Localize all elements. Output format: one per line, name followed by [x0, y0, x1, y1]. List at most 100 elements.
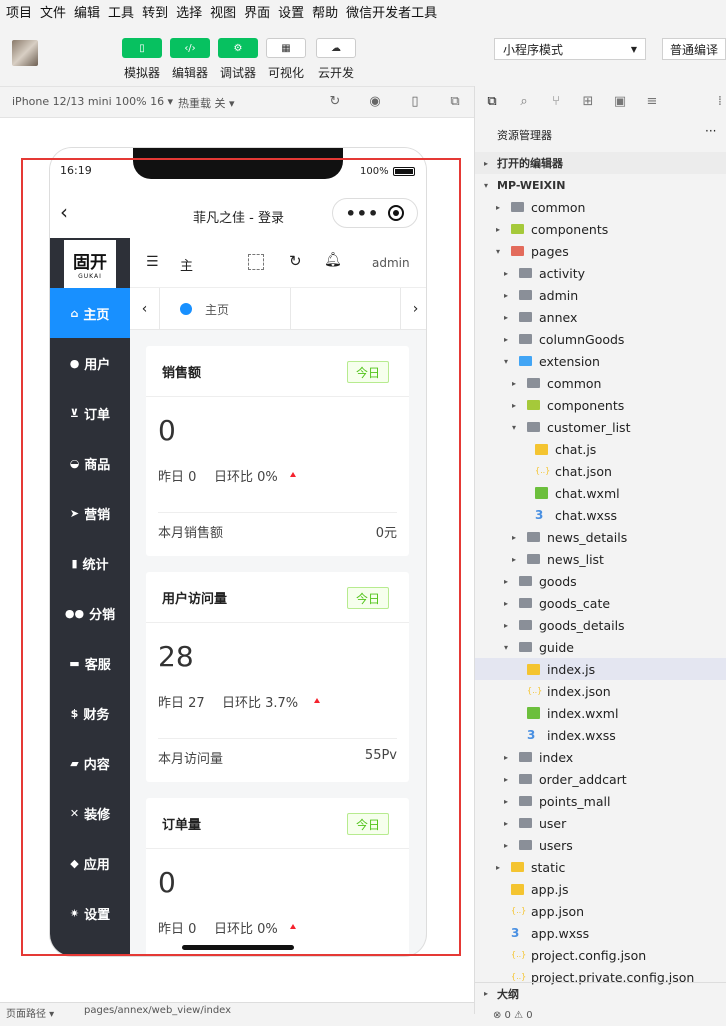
tree-file[interactable]: app.js [475, 878, 726, 900]
tree-folder[interactable]: ▸ columnGoods [475, 328, 726, 350]
tree-folder[interactable]: ▸ users [475, 834, 726, 856]
search-icon[interactable]: ⌕ [517, 95, 531, 109]
tree-file[interactable]: 3 chat.wxss [475, 504, 726, 526]
chevron-right-icon[interactable]: ▸ [493, 203, 503, 212]
tree-folder[interactable]: ▾ guide [475, 636, 726, 658]
visual-button[interactable]: ▦ [266, 38, 306, 58]
extensions-icon[interactable]: ⊞ [581, 95, 595, 109]
tree-item-label: components [531, 221, 609, 237]
mode-select[interactable]: 小程序模式 ▼ [494, 38, 646, 60]
tree-folder[interactable]: ▸ static [475, 856, 726, 878]
compile-select[interactable]: 普通编译 [662, 38, 726, 60]
tree-folder[interactable]: ▾ customer_list [475, 416, 726, 438]
debugger-button[interactable]: ⚙ [218, 38, 258, 58]
tree-folder[interactable]: ▸ common [475, 196, 726, 218]
menu-item[interactable]: 工具 [108, 2, 134, 21]
tree-folder[interactable]: ▸ goods_details [475, 614, 726, 636]
chevron-right-icon[interactable]: ▸ [501, 335, 511, 344]
menu-item[interactable]: 文件 [40, 2, 66, 21]
tree-file[interactable]: index.wxml [475, 702, 726, 724]
chevron-right-icon[interactable]: ▸ [493, 225, 503, 234]
tree-folder[interactable]: ▸ components [475, 394, 726, 416]
menu-item[interactable]: 视图 [210, 2, 236, 21]
chevron-right-icon[interactable]: ▸ [493, 863, 503, 872]
tree-file[interactable]: index.js [475, 658, 726, 680]
tree-folder[interactable]: ▸ user [475, 812, 726, 834]
tree-folder[interactable]: ▸ goods [475, 570, 726, 592]
root-folder-header[interactable]: ▾ MP-WEIXIN [475, 174, 726, 196]
chevron-down-icon[interactable]: ▾ [493, 247, 503, 256]
tree-file[interactable]: {..} index.json [475, 680, 726, 702]
cloud-button[interactable]: ☁ [316, 38, 356, 58]
chevron-right-icon[interactable]: ▸ [501, 577, 511, 586]
panel-toggle-icon[interactable]: ⁞ [713, 95, 726, 109]
js-file-icon [511, 883, 524, 895]
menu-item[interactable]: 编辑 [74, 2, 100, 21]
stop-icon[interactable]: ◉ [368, 95, 382, 109]
chevron-right-icon[interactable]: ▸ [501, 819, 511, 828]
tree-file[interactable]: 3 index.wxss [475, 724, 726, 746]
tree-folder[interactable]: ▸ annex [475, 306, 726, 328]
popout-icon[interactable]: ⧉ [448, 95, 462, 109]
tree-folder[interactable]: ▾ extension [475, 350, 726, 372]
chevron-right-icon[interactable]: ▸ [509, 379, 519, 388]
chevron-right-icon[interactable]: ▸ [509, 555, 519, 564]
files-icon[interactable]: ⧉ [485, 95, 499, 109]
chevron-right-icon[interactable]: ▸ [501, 269, 511, 278]
git-icon[interactable]: ⑂ [549, 95, 563, 109]
tree-file[interactable]: 3 app.wxss [475, 922, 726, 944]
tree-file[interactable]: {..} app.json [475, 900, 726, 922]
simulator-button[interactable]: ▯ [122, 38, 162, 58]
editor-button[interactable]: ‹/› [170, 38, 210, 58]
tree-folder[interactable]: ▸ news_list [475, 548, 726, 570]
tree-file[interactable]: chat.wxml [475, 482, 726, 504]
menu-item[interactable]: 帮助 [312, 2, 338, 21]
chevron-down-icon[interactable]: ▾ [501, 357, 511, 366]
refresh-icon[interactable]: ↻ [328, 95, 342, 109]
problems-status[interactable]: ⊗ 0 ⚠ 0 [475, 1004, 726, 1026]
chevron-right-icon[interactable]: ▸ [501, 775, 511, 784]
chevron-right-icon[interactable]: ▸ [501, 797, 511, 806]
tree-file[interactable]: {..} chat.json [475, 460, 726, 482]
tree-folder[interactable]: ▸ points_mall [475, 790, 726, 812]
tree-folder[interactable]: ▸ order_addcart [475, 768, 726, 790]
tree-folder[interactable]: ▾ pages [475, 240, 726, 262]
tree-file[interactable]: chat.js [475, 438, 726, 460]
page-path[interactable]: pages/annex/web_view/index [84, 1005, 231, 1016]
chevron-down-icon[interactable]: ▾ [501, 643, 511, 652]
tree-folder[interactable]: ▸ index [475, 746, 726, 768]
chevron-right-icon[interactable]: ▸ [501, 599, 511, 608]
tree-file[interactable]: {..} project.config.json [475, 944, 726, 966]
menu-item[interactable]: 界面 [244, 2, 270, 21]
tree-folder[interactable]: ▸ common [475, 372, 726, 394]
menu-item[interactable]: 设置 [278, 2, 304, 21]
chevron-right-icon[interactable]: ▸ [509, 533, 519, 542]
phone-icon[interactable]: ▯ [408, 95, 422, 109]
tree-folder[interactable]: ▸ components [475, 218, 726, 240]
page-path-label[interactable]: 页面路径 ▾ [6, 1005, 54, 1020]
chevron-right-icon[interactable]: ▸ [501, 291, 511, 300]
tree-folder[interactable]: ▸ goods_cate [475, 592, 726, 614]
chevron-right-icon[interactable]: ▸ [501, 621, 511, 630]
chevron-right-icon[interactable]: ▸ [501, 313, 511, 322]
tree-folder[interactable]: ▸ admin [475, 284, 726, 306]
device-select[interactable]: iPhone 12/13 mini 100% 16 ▾ [12, 95, 173, 108]
avatar[interactable] [12, 40, 38, 66]
chevron-down-icon[interactable]: ▾ [509, 423, 519, 432]
menu-item[interactable]: 转到 [142, 2, 168, 21]
tree-folder[interactable]: ▸ activity [475, 262, 726, 284]
folder-icon [511, 224, 524, 234]
outline-header[interactable]: ▸ 大纲 [475, 982, 726, 1004]
open-editors-header[interactable]: ▸ 打开的编辑器 [475, 152, 726, 174]
tree-folder[interactable]: ▸ news_details [475, 526, 726, 548]
more-icon[interactable]: ··· [705, 124, 716, 138]
hot-reload-select[interactable]: 热重载 关 ▾ [178, 95, 235, 111]
chevron-right-icon[interactable]: ▸ [501, 753, 511, 762]
menu-item[interactable]: 项目 [6, 2, 32, 21]
storage-icon[interactable]: ▣ [613, 95, 627, 109]
menu-item[interactable]: 选择 [176, 2, 202, 21]
chevron-right-icon[interactable]: ▸ [509, 401, 519, 410]
docker-icon[interactable]: ≡ [645, 95, 659, 109]
menu-item[interactable]: 微信开发者工具 [346, 2, 437, 21]
chevron-right-icon[interactable]: ▸ [501, 841, 511, 850]
